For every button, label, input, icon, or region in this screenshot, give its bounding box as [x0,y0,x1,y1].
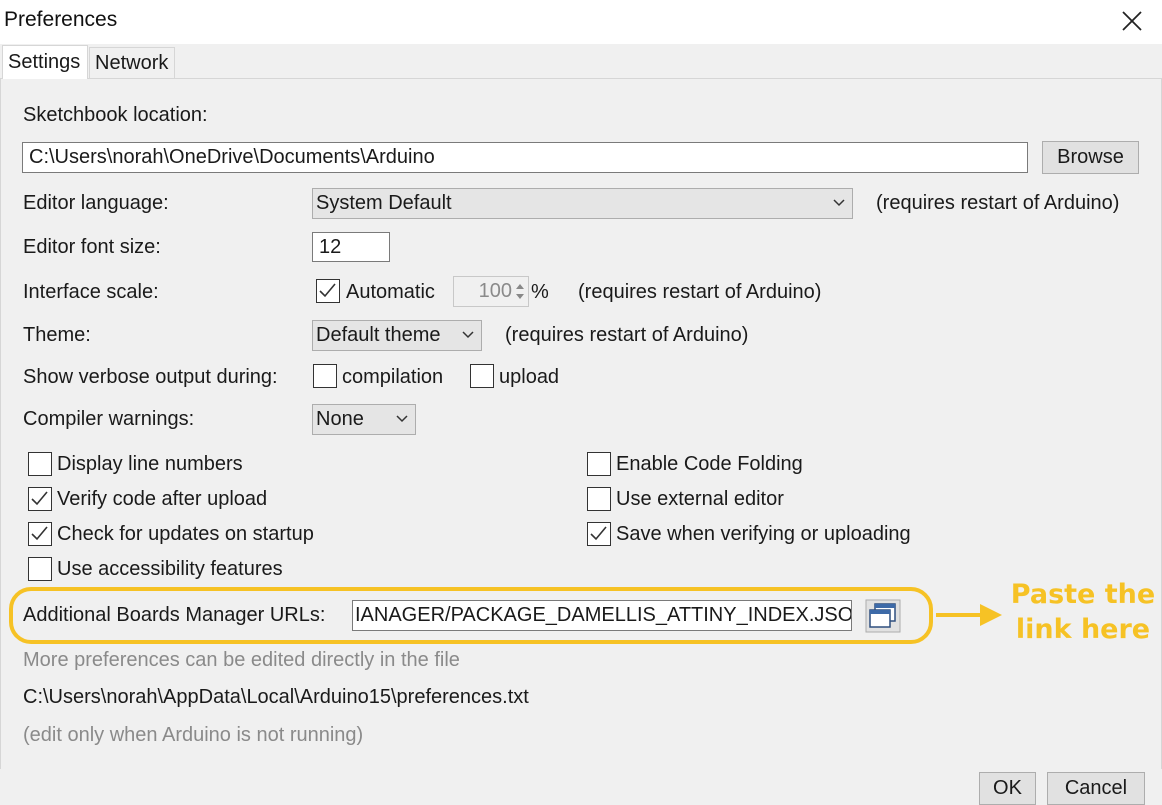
tab-settings[interactable]: Settings [2,45,88,79]
prefs-file-path[interactable]: C:\Users\norah\AppData\Local\Arduino15\p… [23,686,529,709]
automatic-checkbox[interactable] [316,279,340,303]
ok-button[interactable]: OK [979,772,1036,805]
verify-after-upload-label: Verify code after upload [57,488,268,510]
theme-select[interactable]: Default theme [312,320,482,351]
sketchbook-label: Sketchbook location: [23,104,208,126]
chevron-down-icon [461,321,475,357]
theme-note: (requires restart of Arduino) [505,324,749,346]
highlight-outline [9,587,933,644]
compiler-warnings-value: None [316,408,364,430]
check-icon [31,526,48,541]
theme-label: Theme: [23,324,91,346]
external-editor-label: Use external editor [616,488,784,510]
font-size-input[interactable]: 12 [312,232,390,262]
tab-network[interactable]: Network [89,47,175,78]
window-title: Preferences [4,8,118,31]
display-line-numbers-checkbox[interactable] [28,452,52,476]
check-updates-checkbox[interactable] [28,522,52,546]
upload-label: upload [499,366,560,388]
code-folding-label: Enable Code Folding [616,453,803,475]
editor-language-value: System Default [316,192,452,214]
font-size-label: Editor font size: [23,236,161,258]
editor-language-select[interactable]: System Default [312,188,853,219]
annotation-text: Paste the link here [1010,577,1156,647]
editor-language-label: Editor language: [23,192,169,214]
accessibility-label: Use accessibility features [57,558,283,580]
spinner-arrows-icon[interactable] [513,279,527,305]
close-button[interactable] [1112,4,1152,38]
cancel-button[interactable]: Cancel [1047,772,1145,805]
check-updates-label: Check for updates on startup [57,523,314,545]
compiler-warnings-label: Compiler warnings: [23,408,195,430]
upload-checkbox[interactable] [470,364,494,388]
automatic-label: Automatic [346,281,435,303]
interface-scale-label: Interface scale: [23,281,159,303]
verbose-label: Show verbose output during: [23,366,278,388]
external-editor-checkbox[interactable] [587,487,611,511]
annotation-line-1: Paste the [1010,579,1156,610]
compiler-warnings-select[interactable]: None [312,404,416,435]
check-icon [31,491,48,506]
scale-unit: % [531,281,549,303]
more-prefs-text: More preferences can be edited directly … [23,649,460,671]
editor-language-note: (requires restart of Arduino) [876,192,1120,214]
check-icon [590,526,607,541]
save-when-verifying-label: Save when verifying or uploading [616,523,911,545]
chevron-down-icon [395,405,409,441]
accessibility-checkbox[interactable] [28,557,52,581]
browse-button[interactable]: Browse [1042,141,1139,174]
compilation-checkbox[interactable] [313,364,337,388]
theme-value: Default theme [316,324,441,346]
check-icon [319,283,336,298]
interface-scale-note: (requires restart of Arduino) [578,281,822,303]
sketchbook-path-input[interactable]: C:\Users\norah\OneDrive\Documents\Arduin… [22,142,1028,173]
display-line-numbers-label: Display line numbers [57,453,243,475]
compilation-label: compilation [342,366,444,388]
chevron-down-icon [832,189,846,225]
annotation-line-2: link here [1015,614,1151,645]
arrow-right-icon [936,602,1004,628]
close-icon [1122,11,1142,31]
code-folding-checkbox[interactable] [587,452,611,476]
save-when-verifying-checkbox[interactable] [587,522,611,546]
edit-note-text: (edit only when Arduino is not running) [23,724,364,746]
verify-after-upload-checkbox[interactable] [28,487,52,511]
title-bar [0,0,1162,44]
